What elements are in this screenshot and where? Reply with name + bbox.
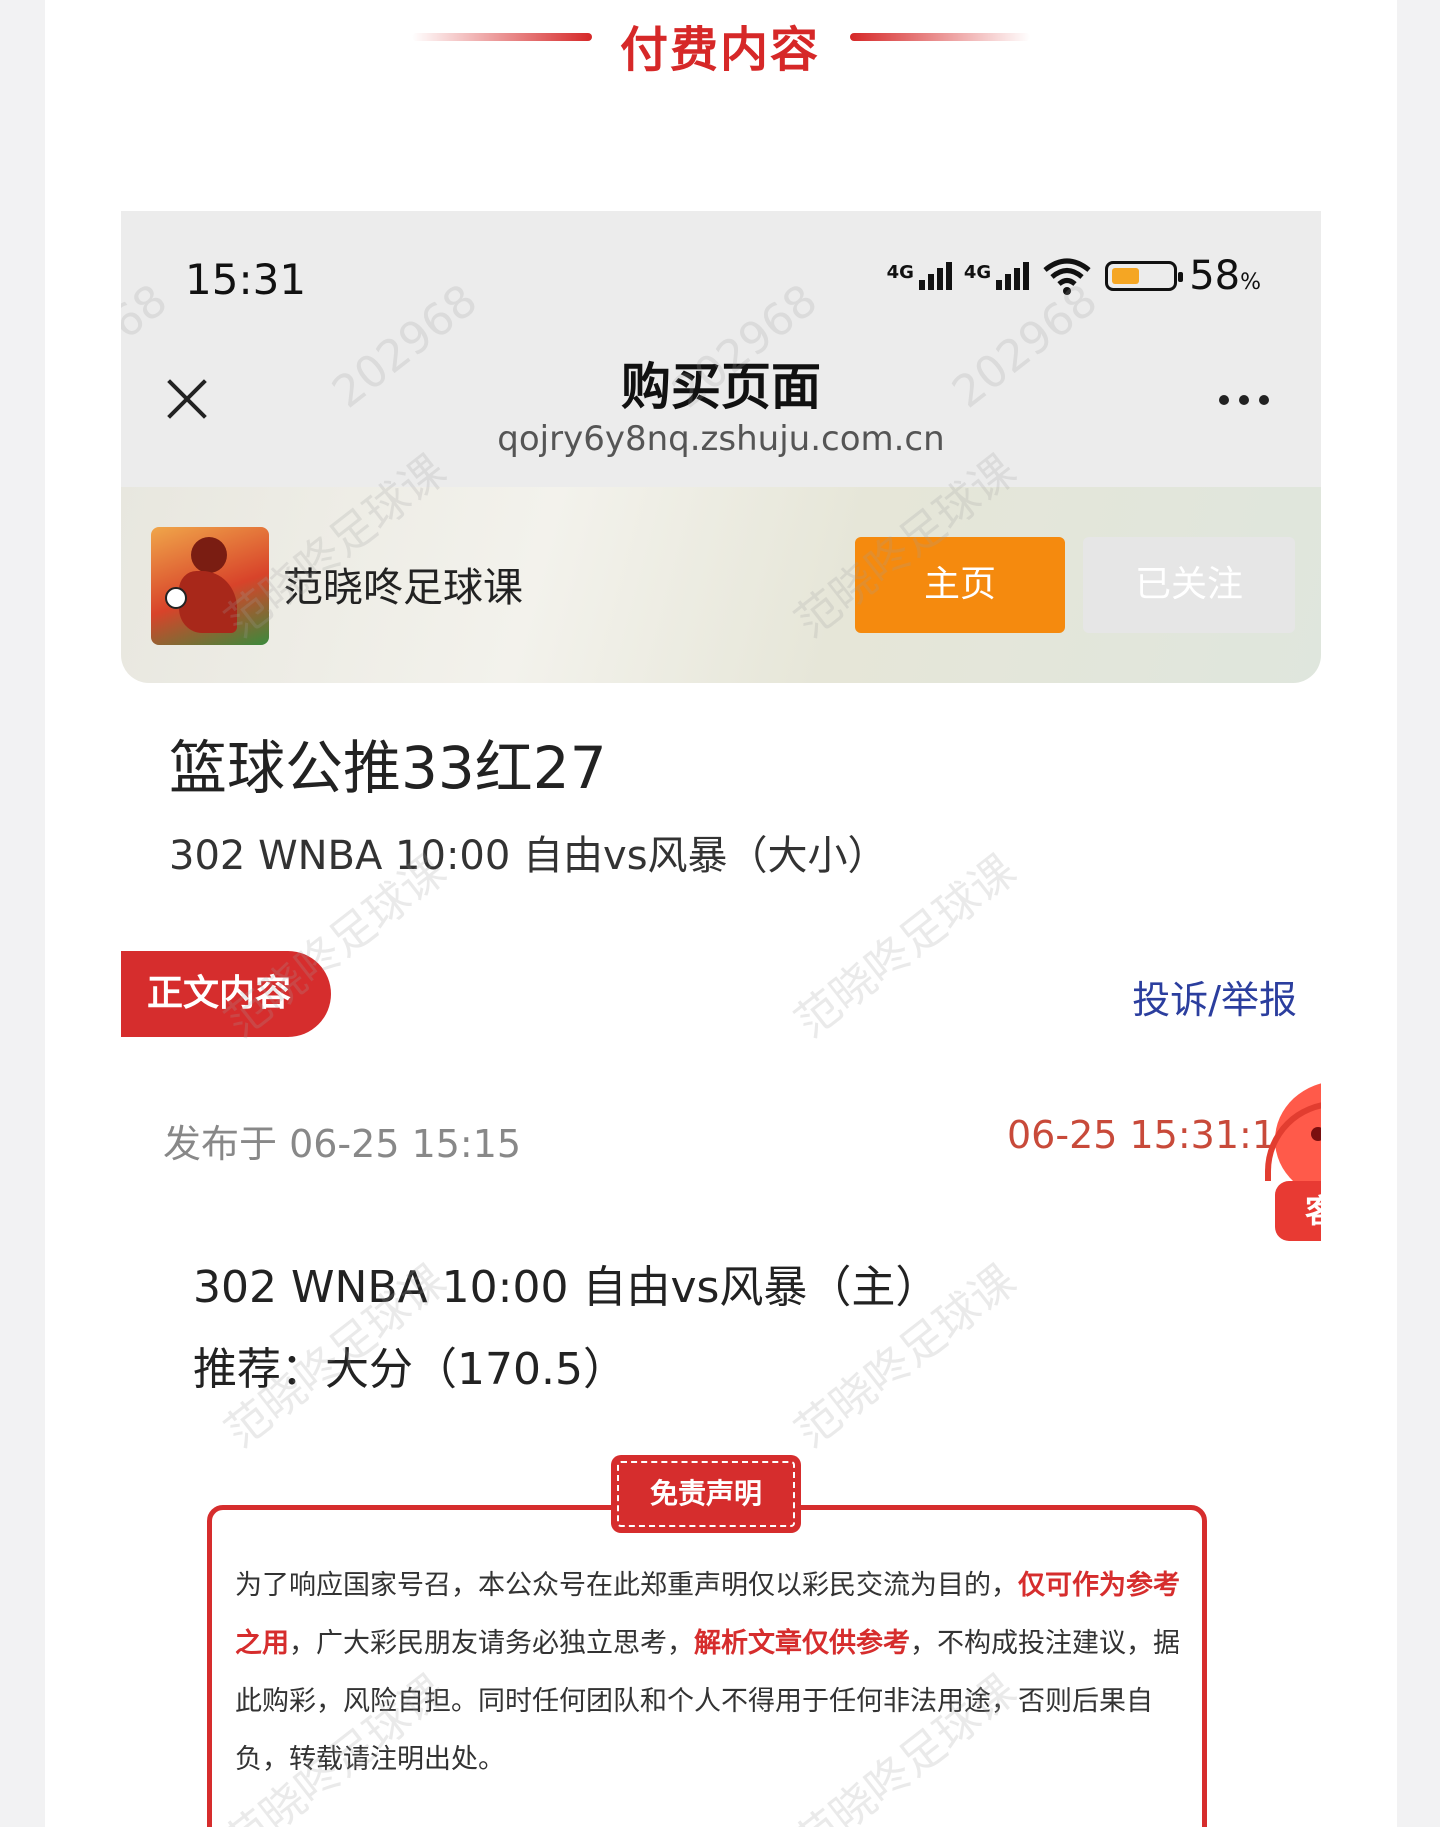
home-button[interactable]: 主页 bbox=[855, 537, 1065, 633]
publish-date: 发布于 06-25 15:15 bbox=[163, 1122, 522, 1166]
network-type-2: 4G bbox=[963, 262, 992, 283]
network-type-1: 4G bbox=[886, 262, 914, 283]
status-time: 15:31 bbox=[185, 255, 307, 304]
battery-percent: 58% bbox=[1189, 253, 1261, 299]
followed-button[interactable]: 已关注 bbox=[1083, 537, 1295, 633]
article-title: 篮球公推33红27 bbox=[169, 734, 607, 802]
wifi-icon bbox=[1043, 258, 1091, 295]
status-bar: 15:31 4G 4G 58% bbox=[121, 211, 1321, 311]
paid-content-header: 付费内容 bbox=[0, 0, 1440, 80]
signal-icon-2: 4G bbox=[963, 262, 1030, 290]
battery-icon bbox=[1105, 261, 1184, 291]
section-label: 正文内容 bbox=[121, 951, 331, 1037]
avatar[interactable] bbox=[151, 527, 269, 645]
purchase-page-screenshot: 15:31 4G 4G 58% 购买页面 qojry6y8nq.zshuju.c… bbox=[121, 211, 1321, 1827]
header-divider-left bbox=[412, 33, 592, 41]
customer-service-label: 客服 bbox=[1275, 1181, 1321, 1241]
disclaimer-text: 为了响应国家号召，本公众号在此郑重声明仅以彩民交流为目的，仅可作为参考之用，广大… bbox=[235, 1570, 1180, 1775]
article-match: 302 WNBA 10:00 自由vs风暴（主） bbox=[193, 1262, 940, 1313]
report-link[interactable]: 投诉/举报 bbox=[1132, 969, 1297, 1024]
status-icons: 4G 4G 58% bbox=[887, 253, 1261, 299]
paid-content-title: 付费内容 bbox=[619, 22, 820, 78]
more-options-icon[interactable] bbox=[1219, 395, 1269, 405]
header-divider-right bbox=[850, 33, 1030, 41]
signal-icon: 4G bbox=[887, 262, 952, 290]
account-card: 范晓咚足球课 主页 已关注 bbox=[121, 487, 1321, 683]
nav-title: 购买页面 bbox=[621, 358, 821, 416]
article-recommendation: 推荐：大分（170.5） bbox=[193, 1344, 627, 1395]
nav-bar: 购买页面 qojry6y8nq.zshuju.com.cn bbox=[121, 311, 1321, 487]
disclaimer-title: 免责声明 bbox=[611, 1455, 801, 1533]
countdown-time: 06-25 15:31:18 bbox=[1007, 1113, 1301, 1157]
nav-url: qojry6y8nq.zshuju.com.cn bbox=[497, 419, 945, 459]
customer-service-button[interactable]: 客服 bbox=[1261, 1071, 1321, 1251]
account-name[interactable]: 范晓咚足球课 bbox=[283, 555, 523, 613]
article-subtitle: 302 WNBA 10:00 自由vs风暴（大小） bbox=[169, 833, 888, 879]
